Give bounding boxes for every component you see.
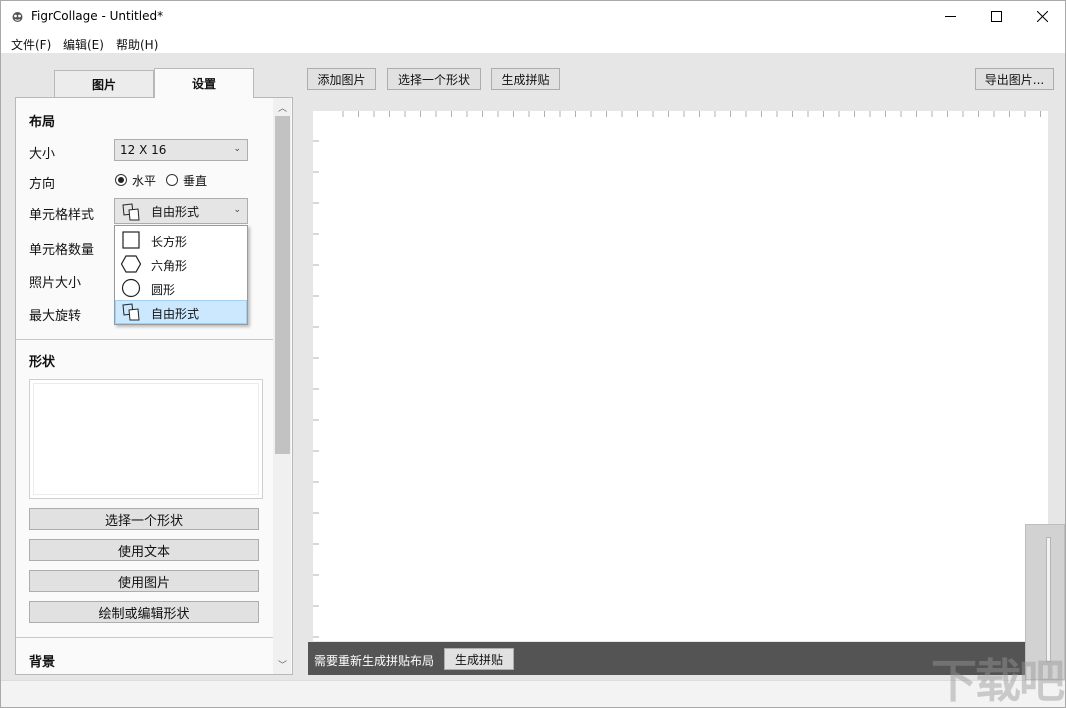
panel-scrollbar-thumb[interactable] xyxy=(275,116,290,454)
dropdown-option-freeform[interactable]: 自由形式 xyxy=(115,300,247,324)
section-divider xyxy=(16,637,273,638)
dropdown-option-hexagon[interactable]: 六角形 xyxy=(115,252,247,276)
chevron-down-icon: ⌄ xyxy=(233,144,241,154)
orientation-vertical-label: 垂直 xyxy=(183,174,208,188)
photo-size-label: 照片大小 xyxy=(29,276,82,291)
freeform-icon xyxy=(122,303,140,321)
background-section-title: 背景 xyxy=(29,655,56,670)
use-text-button[interactable]: 使用文本 xyxy=(29,539,259,561)
layout-section-title: 布局 xyxy=(29,115,56,130)
rectangle-icon xyxy=(122,231,140,249)
minimize-button[interactable] xyxy=(927,1,973,32)
menu-file[interactable]: 文件(F) xyxy=(11,36,51,53)
window-title: FigrCollage - Untitled* xyxy=(31,9,164,23)
bottom-strip xyxy=(1,680,1065,707)
use-image-button[interactable]: 使用图片 xyxy=(29,570,259,592)
scroll-down-icon[interactable]: ﹀ xyxy=(275,657,290,672)
cell-count-label: 单元格数量 xyxy=(29,243,95,258)
cell-style-value: 自由形式 xyxy=(151,204,200,219)
ruler-top xyxy=(342,111,1041,117)
maximize-icon xyxy=(990,11,1002,22)
orientation-horizontal-radio[interactable] xyxy=(115,174,127,186)
title-bar: FigrCollage - Untitled* xyxy=(1,1,1065,33)
zoom-slider-groove[interactable] xyxy=(1046,537,1051,662)
ruler-left xyxy=(313,140,319,638)
cell-style-dropdown-list: 长方形 六角形 圆形 自由形式 xyxy=(114,225,248,325)
watermark-logo: 下载吧 xyxy=(931,654,1065,707)
size-label: 大小 xyxy=(29,147,56,162)
chevron-down-icon: ⌄ xyxy=(233,205,241,215)
orientation-vertical-radio[interactable] xyxy=(166,174,178,186)
minimize-icon xyxy=(944,16,956,17)
app-window: FigrCollage - Untitled* 文件(F) 编辑(E) 帮助(H… xyxy=(0,0,1066,708)
size-value: 12 X 16 xyxy=(120,143,167,157)
hexagon-icon xyxy=(121,255,141,273)
size-select[interactable]: 12 X 16 ⌄ xyxy=(114,139,248,161)
add-images-button[interactable]: 添加图片 xyxy=(307,68,376,90)
export-image-button[interactable]: 导出图片... xyxy=(975,68,1054,90)
tab-settings[interactable]: 设置 xyxy=(154,68,254,98)
dropdown-option-label: 六角形 xyxy=(151,259,188,273)
shape-preview-inner xyxy=(33,383,259,495)
tab-pictures[interactable]: 图片 xyxy=(54,70,154,97)
shape-preview xyxy=(29,379,263,499)
dropdown-option-label: 自由形式 xyxy=(151,307,200,321)
status-bar: 需要重新生成拼贴布局 生成拼贴 xyxy=(308,642,1026,675)
circle-icon xyxy=(121,278,141,298)
orientation-horizontal-label: 水平 xyxy=(132,174,157,188)
cell-style-label: 单元格样式 xyxy=(29,208,95,223)
orientation-label: 方向 xyxy=(29,177,56,192)
scroll-up-icon[interactable]: ︿ xyxy=(275,100,290,115)
maximize-button[interactable] xyxy=(973,1,1019,32)
cell-style-select[interactable]: 自由形式 ⌄ xyxy=(114,198,248,224)
dropdown-option-circle[interactable]: 圆形 xyxy=(115,276,247,300)
section-divider xyxy=(16,339,273,340)
dropdown-option-label: 圆形 xyxy=(151,283,176,297)
collage-canvas[interactable] xyxy=(313,111,1048,641)
freeform-icon xyxy=(122,203,140,221)
status-message: 需要重新生成拼贴布局 xyxy=(314,654,435,668)
status-generate-collage-button[interactable]: 生成拼贴 xyxy=(444,648,514,670)
menu-help[interactable]: 帮助(H) xyxy=(116,36,158,53)
close-button[interactable] xyxy=(1019,1,1065,32)
draw-edit-shape-button[interactable]: 绘制或编辑形状 xyxy=(29,601,259,623)
close-icon xyxy=(1036,11,1048,22)
shape-section-title: 形状 xyxy=(29,355,56,370)
dropdown-option-rectangle[interactable]: 长方形 xyxy=(115,228,247,252)
app-logo-icon xyxy=(12,12,23,22)
select-shape-toolbar-button[interactable]: 选择一个形状 xyxy=(387,68,481,90)
max-rotation-label: 最大旋转 xyxy=(29,309,82,324)
menu-bar: 文件(F) 编辑(E) 帮助(H) xyxy=(1,33,1065,53)
menu-edit[interactable]: 编辑(E) xyxy=(63,36,104,53)
dropdown-option-label: 长方形 xyxy=(151,235,188,249)
select-shape-button[interactable]: 选择一个形状 xyxy=(29,508,259,530)
generate-collage-button[interactable]: 生成拼贴 xyxy=(491,68,560,90)
